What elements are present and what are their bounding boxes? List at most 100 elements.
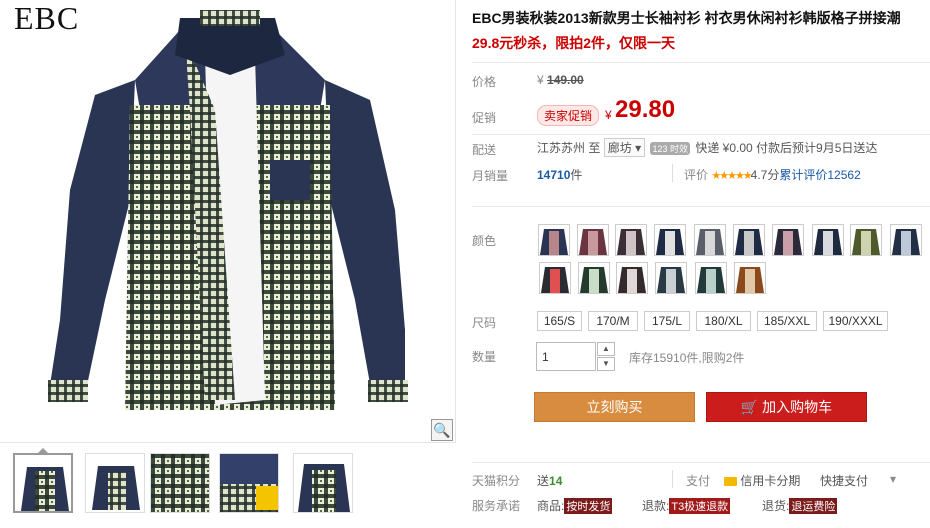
destination-select[interactable]: 廊坊 ▾ [603, 138, 646, 157]
review-count: 12562 [827, 168, 861, 182]
return-label: 退货: [762, 499, 790, 513]
add-to-cart-label: 加入购物车 [762, 399, 833, 415]
size-option[interactable]: 170/M [588, 311, 638, 331]
color-swatch[interactable] [812, 224, 844, 256]
points-info: 送14 [537, 472, 562, 489]
color-swatch[interactable] [772, 224, 804, 256]
thumbnail-3[interactable] [150, 453, 210, 513]
size-option[interactable]: 190/XXXL [823, 311, 888, 331]
stock-info: 库存15910件,限购2件 [629, 351, 745, 365]
review-label: 累计评价 [779, 168, 828, 182]
promise-refund: 退款: T3极速退款 [642, 497, 731, 514]
stepper-down-icon[interactable]: ▼ [597, 357, 615, 371]
ship-method: 快递 ¥0.00 付款后预计9月5日送达 [695, 141, 878, 155]
points-value: 14 [549, 474, 563, 488]
rating: 评价 ★★★★★4.7分累计评价12562 [684, 166, 861, 183]
pay-label: 支付 [686, 474, 711, 488]
credit-installment[interactable]: 信用卡分期 [724, 472, 800, 489]
return-tag: 退运费险 [789, 498, 838, 514]
shirt-illustration [48, 10, 408, 410]
product-subtitle: 29.8元秒杀，限拍2件，仅限一天 [472, 35, 676, 51]
quantity-input[interactable] [536, 342, 596, 371]
color-swatch[interactable] [616, 262, 648, 294]
promo-label: 促销 [472, 111, 497, 125]
shipping-info: 江苏苏州 至 廊坊 ▾ 123 时效 快递 ¥0.00 付款后预计9月5日送达 [537, 138, 877, 157]
original-price-value: 149.00 [547, 73, 584, 87]
promo-badge: 卖家促销 [537, 105, 600, 126]
refund-tag: T3极速退款 [669, 498, 731, 514]
divider [472, 206, 930, 207]
star-rating-icon: ★★★★★ [711, 170, 752, 182]
divider [472, 462, 930, 463]
color-swatch[interactable] [850, 224, 882, 256]
size-option[interactable]: 165/S [537, 311, 582, 331]
original-price: ¥ 149.00 [537, 73, 584, 87]
thumbnail-4[interactable] [219, 453, 279, 513]
divider [472, 62, 930, 63]
shipping-label: 配送 [472, 143, 497, 157]
color-swatch[interactable] [733, 224, 765, 256]
color-swatch[interactable] [890, 224, 922, 256]
thumbnail-strip [0, 448, 456, 528]
sales-label: 月销量 [472, 169, 509, 183]
points-prefix: 送 [537, 474, 550, 488]
color-swatch[interactable] [538, 224, 570, 256]
promise-label: 服务承诺 [472, 499, 521, 513]
ship-from: 江苏苏州 [537, 141, 586, 155]
color-swatch[interactable] [695, 262, 727, 294]
chevron-down-icon: ▾ [635, 141, 642, 155]
quick-pay-label: 快捷支付 [820, 474, 869, 488]
size-option[interactable]: 175/L [644, 311, 690, 331]
sales-count: 14710 [537, 168, 571, 182]
color-swatch[interactable] [655, 262, 687, 294]
magnifier-icon[interactable]: 🔍 [431, 419, 453, 441]
divider [672, 164, 673, 182]
current-price: 29.80 [615, 96, 676, 123]
credit-card-icon [724, 477, 737, 487]
product-gallery: EBC 🔍 [0, 0, 456, 528]
color-label: 颜色 [472, 234, 497, 248]
quick-pay[interactable]: 快捷支付 [820, 472, 868, 489]
rating-label: 评价 [684, 168, 709, 182]
size-option[interactable]: 180/XL [696, 311, 751, 331]
destination-value: 廊坊 [607, 141, 632, 155]
sales-unit: 件 [570, 168, 583, 182]
color-swatch[interactable] [694, 224, 726, 256]
monthly-sales: 14710件 [537, 166, 582, 183]
promise-goods: 商品: 按时发货 [537, 497, 613, 514]
cart-icon: 🛒 [740, 399, 759, 415]
thumbnail-1[interactable] [13, 453, 73, 513]
credit-label: 信用卡分期 [740, 474, 801, 488]
color-swatch[interactable] [654, 224, 686, 256]
thumbnail-5[interactable] [293, 453, 353, 513]
review-link[interactable]: 累计评价12562 [779, 168, 860, 182]
chevron-down-icon[interactable]: ▾ [890, 472, 896, 486]
stepper-up-icon[interactable]: ▲ [597, 342, 615, 356]
price-label: 价格 [472, 75, 497, 89]
color-swatch[interactable] [577, 224, 609, 256]
divider [672, 470, 673, 488]
refund-label: 退款: [642, 499, 670, 513]
size-label: 尺码 [472, 316, 497, 330]
goods-tag: 按时发货 [564, 498, 613, 514]
thumbnail-2[interactable] [85, 453, 145, 513]
ship-to-word: 至 [588, 141, 601, 155]
main-product-image[interactable]: EBC 🔍 [0, 0, 456, 443]
delivery-badge: 123 时效 [650, 142, 690, 155]
goods-label: 商品: [537, 499, 565, 513]
divider [472, 134, 930, 135]
color-swatch[interactable] [578, 262, 610, 294]
currency-symbol: ¥ [605, 108, 612, 122]
size-option[interactable]: 185/XXL [757, 311, 817, 331]
buy-now-button[interactable]: 立刻购买 [534, 392, 695, 422]
product-title: EBC男装秋装2013新款男士长袖衬衫 衬衣男休闲衬衫韩版格子拼接潮 [472, 10, 901, 26]
color-swatch[interactable] [615, 224, 647, 256]
color-swatch[interactable] [734, 262, 766, 294]
product-info: EBC男装秋装2013新款男士长袖衬衫 衬衣男休闲衬衫韩版格子拼接潮 29.8元… [472, 0, 930, 528]
currency-symbol: ¥ [537, 73, 544, 87]
color-swatch[interactable] [539, 262, 571, 294]
promise-return: 退货: 退运费险 [762, 497, 838, 514]
brand-logo: EBC [14, 0, 80, 36]
add-to-cart-button[interactable]: 🛒 加入购物车 [706, 392, 867, 422]
quantity-label: 数量 [472, 350, 497, 364]
